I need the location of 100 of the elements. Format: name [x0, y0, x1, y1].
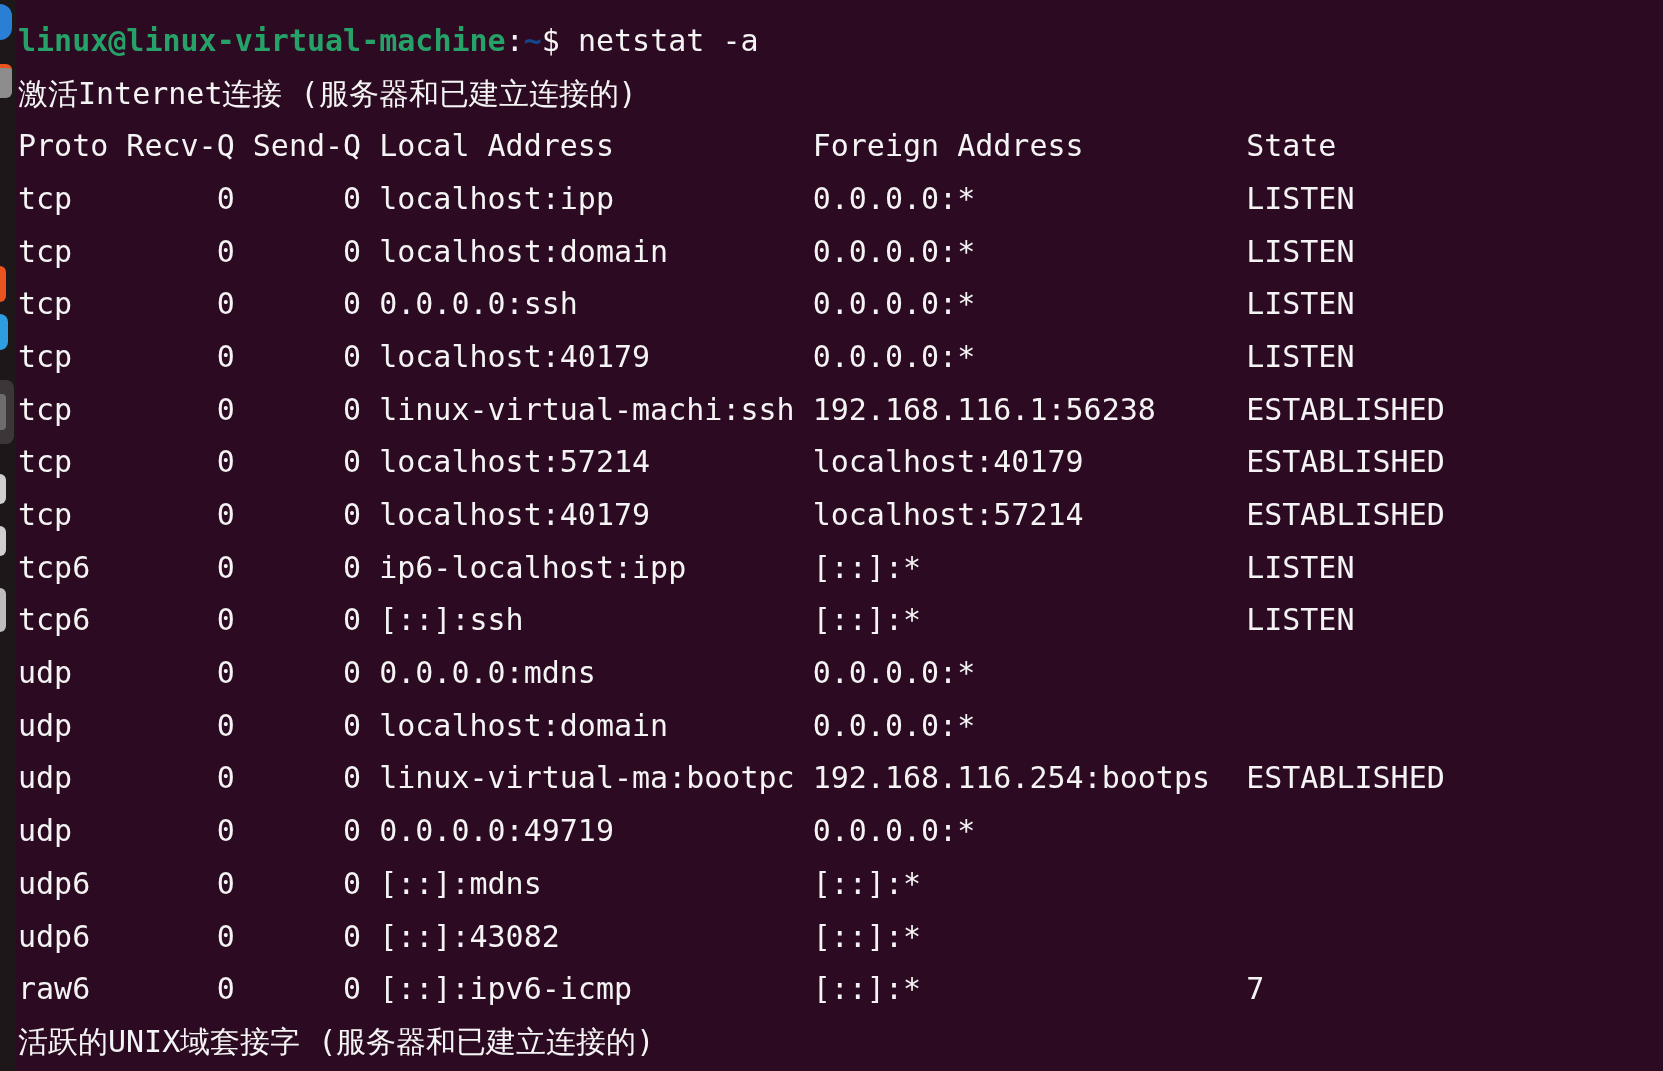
- table-cell: udp: [18, 707, 73, 743]
- table-cell-text: 0: [343, 285, 362, 324]
- table-cell: [::]:*: [812, 549, 922, 585]
- table-cell: 0.0.0.0:*: [812, 655, 976, 691]
- table-cell-text: 0: [343, 232, 362, 271]
- app-icon[interactable]: [0, 588, 6, 632]
- table-cell-text: 0: [216, 812, 235, 851]
- table-cell-text: 0: [216, 496, 235, 535]
- table-cell: ESTABLISHED: [1246, 444, 1445, 480]
- table-cell: linux-virtual-machi:ssh: [379, 391, 795, 427]
- table-cell: LISTEN: [1246, 602, 1355, 638]
- table-cell-text: 0: [343, 548, 362, 587]
- table-cell-text: 0: [216, 759, 235, 798]
- table-cell-text: Send-Q: [252, 127, 362, 166]
- table-cell-text: 0: [216, 390, 235, 429]
- table-cell: ip6-localhost:ipp: [379, 549, 687, 585]
- table-cell: tcp: [18, 180, 73, 216]
- table-cell: tcp: [18, 233, 73, 269]
- table-cell: LISTEN: [1246, 338, 1355, 374]
- app-icon[interactable]: [0, 526, 6, 556]
- table-cell: tcp: [18, 338, 73, 374]
- table-cell: [::]:43082: [379, 918, 560, 954]
- table-cell: raw6: [18, 971, 91, 1007]
- table-cell: LISTEN: [1246, 233, 1355, 269]
- table-cell: [::]:mdns: [379, 865, 542, 901]
- table-cell-text: 0: [343, 390, 362, 429]
- table-cell-text: 0: [216, 706, 235, 745]
- table-cell-text: 0: [343, 337, 362, 376]
- table-cell: 0.0.0.0:*: [812, 707, 976, 743]
- prompt-line: linux@linux-virtual-machine:~$ netstat -a: [18, 21, 759, 60]
- table-cell: 0.0.0.0:49719: [379, 813, 614, 849]
- table-cell-text: 0: [216, 970, 235, 1009]
- app-icon[interactable]: [0, 314, 8, 350]
- table-cell-text: 0: [343, 917, 362, 956]
- table-cell-text: 0: [216, 601, 235, 640]
- table-cell-text: 0: [343, 706, 362, 745]
- section-heading: 活跃的UNIX域套接字 (服务器和已建立连接的): [18, 1022, 655, 1061]
- table-cell: tcp: [18, 497, 73, 533]
- table-cell: tcp6: [18, 549, 91, 585]
- table-cell: [::]:*: [812, 971, 922, 1007]
- table-cell: linux-virtual-ma:bootpc: [379, 760, 795, 796]
- table-cell: 0.0.0.0:ssh: [379, 286, 578, 322]
- table-cell: [::]:*: [812, 602, 922, 638]
- table-cell-text: 0: [216, 179, 235, 218]
- table-cell: udp6: [18, 865, 91, 901]
- table-cell: udp: [18, 655, 73, 691]
- table-cell: 0.0.0.0:*: [812, 180, 976, 216]
- table-cell-text: 0: [343, 812, 362, 851]
- table-cell: 7: [1246, 971, 1265, 1007]
- table-cell-text: 0: [216, 864, 235, 903]
- table-cell: Foreign Address: [812, 128, 1084, 164]
- table-cell: [::]:ipv6-icmp: [379, 971, 633, 1007]
- table-cell: [::]:*: [812, 918, 922, 954]
- table-cell-text: 0: [343, 864, 362, 903]
- table-cell: localhost:domain: [379, 233, 669, 269]
- table-cell-text: 0: [343, 759, 362, 798]
- table-cell: 192.168.116.254:bootps: [812, 760, 1210, 796]
- table-cell-text: 0: [216, 285, 235, 324]
- table-cell-text: 0: [216, 917, 235, 956]
- table-cell: 0.0.0.0:mdns: [379, 655, 596, 691]
- table-cell: LISTEN: [1246, 180, 1355, 216]
- table-cell: tcp6: [18, 602, 91, 638]
- table-cell: 192.168.116.1:56238: [812, 391, 1156, 427]
- app-icon[interactable]: [0, 64, 12, 98]
- table-cell: udp: [18, 813, 73, 849]
- table-cell-text: 0: [216, 654, 235, 693]
- table-cell: localhost:57214: [812, 497, 1084, 533]
- table-cell: 0.0.0.0:*: [812, 813, 976, 849]
- table-cell: localhost:40179: [379, 338, 651, 374]
- table-cell: tcp: [18, 286, 73, 322]
- table-cell-text: 0: [216, 443, 235, 482]
- table-cell-text: 0: [216, 337, 235, 376]
- table-cell: tcp: [18, 444, 73, 480]
- table-cell-text: 0: [343, 496, 362, 535]
- table-cell: ESTABLISHED: [1246, 391, 1445, 427]
- table-cell: localhost:ipp: [379, 180, 614, 216]
- table-cell-text: 0: [343, 654, 362, 693]
- table-cell: localhost:domain: [379, 707, 669, 743]
- table-cell: localhost:57214: [379, 444, 651, 480]
- table-cell: State: [1246, 128, 1337, 164]
- table-cell: 0.0.0.0:*: [812, 338, 976, 374]
- table-cell: LISTEN: [1246, 549, 1355, 585]
- table-cell: Proto: [18, 128, 109, 164]
- table-cell: udp6: [18, 918, 91, 954]
- table-cell: [::]:ssh: [379, 602, 524, 638]
- table-cell-text: 0: [343, 443, 362, 482]
- table-cell: ESTABLISHED: [1246, 760, 1445, 796]
- table-cell: tcp: [18, 391, 73, 427]
- table-cell: localhost:40179: [812, 444, 1084, 480]
- table-cell-text: 0: [343, 179, 362, 218]
- app-icon[interactable]: [0, 266, 6, 302]
- table-cell: localhost:40179: [379, 497, 651, 533]
- table-cell: 0.0.0.0:*: [812, 233, 976, 269]
- app-icon[interactable]: [0, 474, 6, 504]
- table-cell: Local Address: [379, 128, 614, 164]
- table-cell-text: 0: [343, 601, 362, 640]
- table-cell-text: 0: [216, 232, 235, 271]
- table-cell-text: Recv-Q: [126, 127, 235, 166]
- table-cell: LISTEN: [1246, 286, 1355, 322]
- table-cell-text: 0: [216, 548, 235, 587]
